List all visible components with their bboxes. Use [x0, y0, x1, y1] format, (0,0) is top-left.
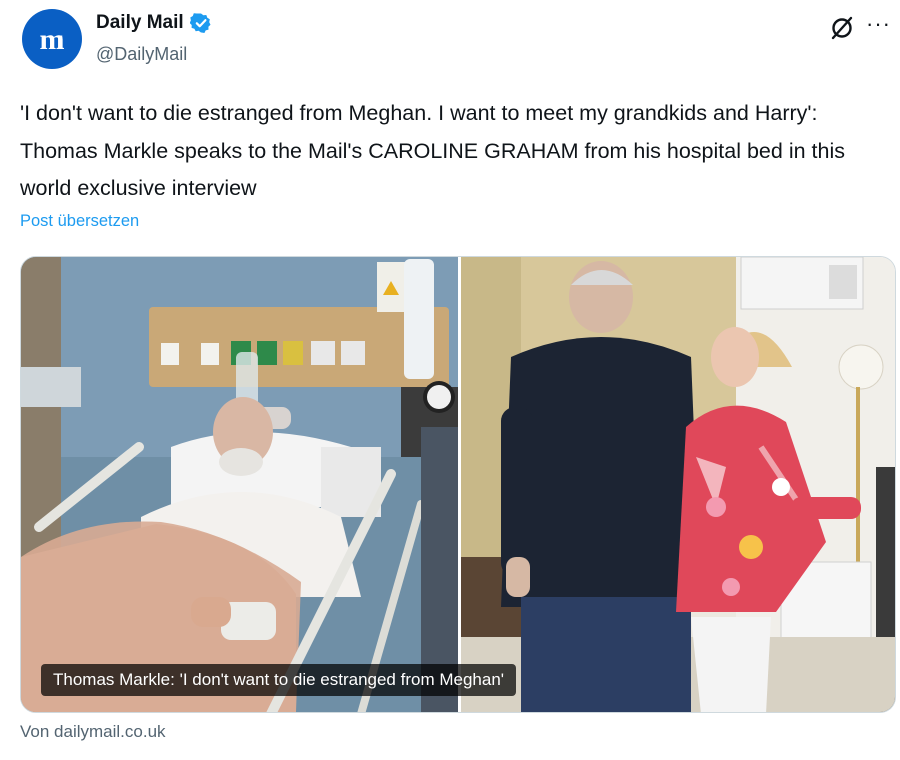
avatar[interactable]: m ı — [22, 9, 82, 69]
hospital-bed-photo[interactable] — [21, 257, 458, 712]
author-handle[interactable]: @DailyMail — [96, 44, 187, 65]
card-source[interactable]: Von dailymail.co.uk — [20, 722, 166, 742]
author-display-name[interactable]: Daily Mail — [96, 12, 184, 34]
translate-link[interactable]: Post übersetzen — [20, 212, 139, 231]
svg-text:ı: ı — [56, 23, 64, 56]
verified-badge-icon — [189, 12, 212, 34]
author-name-row[interactable]: Daily Mail — [96, 12, 212, 34]
grok-icon[interactable] — [828, 14, 856, 47]
tweet-text: 'I don't want to die estranged from Megh… — [20, 101, 845, 200]
daily-mail-logo: m ı — [40, 23, 65, 56]
media-caption: Thomas Markle: 'I don't want to die estr… — [41, 664, 517, 696]
more-icon[interactable]: ··· — [866, 13, 891, 35]
two-people-standing-photo[interactable] — [461, 257, 895, 712]
media-card[interactable]: Thomas Markle: 'I don't want to die estr… — [20, 256, 896, 713]
